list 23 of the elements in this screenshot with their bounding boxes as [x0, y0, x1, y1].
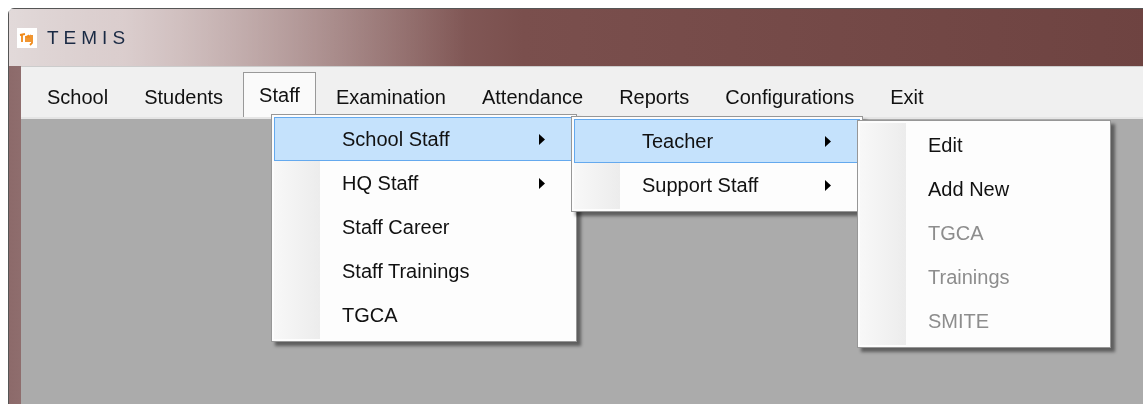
logo-icon [17, 27, 37, 48]
menu-entry[interactable]: Support Staff [574, 163, 860, 207]
menu-item[interactable]: Exit [874, 76, 940, 117]
menu-entry[interactable]: Staff Trainings [274, 249, 574, 293]
menu-entry[interactable]: Staff Career [274, 205, 574, 249]
submenu-arrow-icon [825, 179, 831, 191]
window-title: TEMIS [47, 26, 131, 49]
menu-item[interactable]: Reports [603, 76, 706, 117]
menu-entry[interactable]: HQ Staff [274, 161, 574, 205]
menu-entry[interactable]: Edit [860, 123, 1108, 167]
menu-entry[interactable]: Teacher [574, 119, 860, 163]
menu-item[interactable]: Staff [243, 72, 316, 117]
menu-item[interactable]: Configurations [709, 76, 871, 117]
menu-entry[interactable]: TGCA [274, 293, 574, 337]
menu-item[interactable]: Attendance [465, 76, 600, 117]
menu-item[interactable]: School [31, 76, 125, 117]
menu-entry[interactable]: School Staff [274, 117, 574, 161]
menu-entry[interactable]: Add New [860, 167, 1108, 211]
menu-item[interactable]: Examination [319, 76, 462, 117]
menu-item[interactable]: Students [128, 76, 240, 117]
submenu-arrow-icon [539, 133, 545, 145]
submenu-arrow-icon [825, 135, 831, 147]
submenu-arrow-icon [539, 177, 545, 189]
